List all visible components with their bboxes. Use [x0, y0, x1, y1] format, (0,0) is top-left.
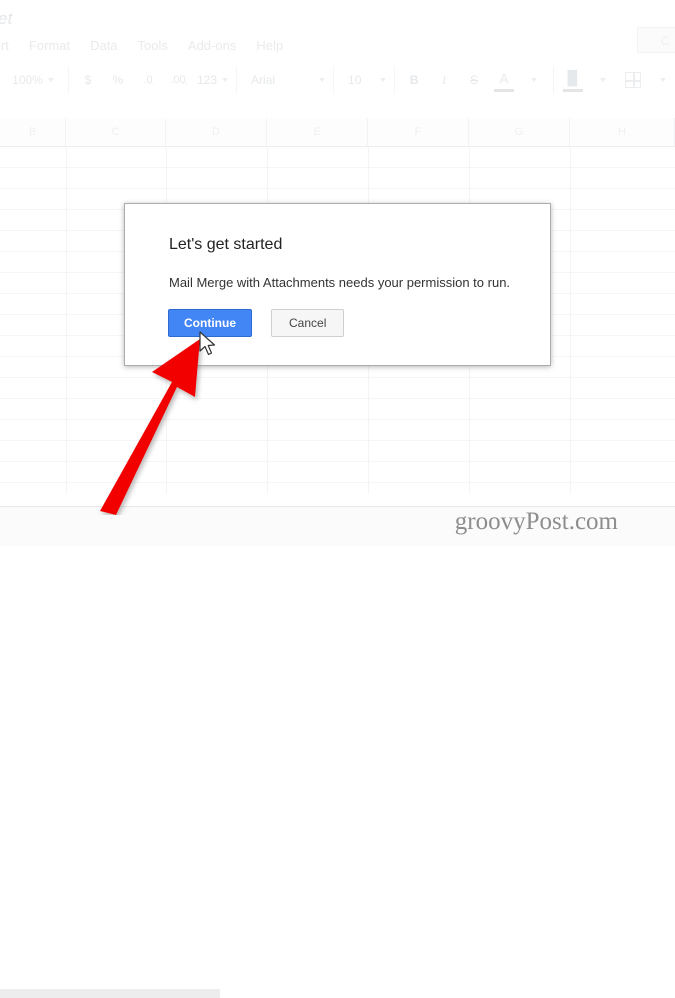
column-header-f[interactable]: F	[368, 118, 469, 146]
dialog-message: Mail Merge with Attachments needs your p…	[169, 275, 511, 290]
font-family-dropdown[interactable]: Arial	[241, 67, 329, 93]
chevron-down-icon	[319, 78, 326, 82]
cancel-button[interactable]: Cancel	[271, 309, 345, 337]
document-title[interactable]: sheet	[0, 9, 13, 29]
increase-decimal-icon: .00 →	[170, 74, 189, 88]
strikethrough-button[interactable]: S	[459, 67, 489, 93]
toolbar-group-font: Arial	[237, 66, 335, 94]
fill-color-button[interactable]: ▉	[558, 65, 588, 95]
menu-item-tools[interactable]: Tools	[128, 37, 178, 55]
italic-button[interactable]: I	[429, 67, 459, 93]
font-size-dropdown[interactable]: 10	[338, 67, 390, 93]
zoom-level-value: 100%	[12, 73, 43, 87]
horizontal-scrollbar-thumb[interactable]	[0, 989, 220, 998]
text-color-icon: A	[499, 70, 509, 86]
dialog-title: Let's get started	[169, 236, 283, 253]
percent-icon: %	[112, 73, 124, 87]
horizontal-scrollbar-track[interactable]	[0, 494, 675, 998]
chevron-down-icon	[380, 78, 387, 82]
number-format-value: 123	[197, 73, 218, 87]
paint-bucket-icon: ▉	[567, 69, 579, 86]
text-color-dropdown[interactable]	[519, 67, 549, 93]
increase-decimal-button[interactable]: .00 →	[163, 67, 193, 93]
formatting-toolbar: 100% $ % .0 ← .00 → 123 Arial 10 B I S A…	[0, 62, 675, 98]
text-color-swatch	[494, 89, 515, 92]
menu-item-insert[interactable]: nsert	[0, 37, 19, 55]
borders-button[interactable]	[618, 67, 648, 93]
menu-bar: nsert Format Data Tools Add-ons Help	[0, 37, 293, 55]
menu-item-help[interactable]: Help	[246, 37, 293, 55]
authorization-dialog: Let's get started Mail Merge with Attach…	[124, 203, 551, 366]
arrow-left-icon: ←	[146, 77, 157, 88]
toolbar-group-number: $ % .0 ← .00 → 123	[69, 66, 238, 94]
menu-item-data[interactable]: Data	[80, 37, 127, 55]
comments-button[interactable]: C	[637, 27, 675, 53]
toolbar-group-text-style: B I S A	[395, 65, 555, 95]
chevron-down-icon	[600, 78, 607, 82]
fill-color-swatch	[563, 89, 584, 92]
google-sheets-chrome: sheet nsert Format Data Tools Add-ons He…	[0, 0, 675, 118]
chevron-down-icon	[531, 78, 538, 82]
chevron-down-icon	[222, 78, 229, 82]
watermark: groovyPost.com	[454, 508, 618, 535]
font-size-value: 10	[348, 73, 362, 87]
strikethrough-icon: S	[470, 73, 479, 87]
column-header-g[interactable]: G	[469, 118, 570, 146]
chevron-down-icon	[47, 78, 54, 82]
menu-item-format[interactable]: Format	[19, 37, 80, 55]
chevron-down-icon	[660, 78, 667, 82]
borders-dropdown[interactable]	[648, 67, 675, 93]
grid-column-line	[570, 147, 571, 497]
continue-button[interactable]: Continue	[168, 309, 252, 337]
fill-color-dropdown[interactable]	[588, 67, 618, 93]
menu-item-addons[interactable]: Add-ons	[178, 37, 246, 55]
column-header-row: BCDEFGH	[0, 118, 675, 147]
percent-format-button[interactable]: %	[103, 67, 133, 93]
dialog-button-row: Continue Cancel	[168, 309, 345, 337]
decrease-decimal-icon: .0 ←	[143, 74, 156, 88]
toolbar-group-cell-style: ▉	[554, 66, 675, 94]
column-header-h[interactable]: H	[570, 118, 675, 146]
zoom-level-dropdown[interactable]: 100%	[4, 67, 64, 93]
font-family-value: Arial	[251, 73, 276, 87]
currency-format-button[interactable]: $	[73, 67, 103, 93]
borders-icon	[625, 72, 642, 88]
toolbar-group-font-size: 10	[334, 66, 396, 94]
column-header-e[interactable]: E	[267, 118, 368, 146]
number-format-dropdown[interactable]: 123	[193, 67, 232, 93]
toolbar-group-zoom: 100%	[0, 66, 69, 94]
bold-icon: B	[409, 73, 419, 87]
column-header-b[interactable]: B	[0, 118, 66, 146]
italic-icon: I	[442, 72, 447, 87]
bold-button[interactable]: B	[399, 67, 429, 93]
column-header-d[interactable]: D	[166, 118, 267, 146]
decrease-decimal-button[interactable]: .0 ←	[133, 67, 163, 93]
grid-column-line	[66, 147, 67, 497]
currency-icon: $	[84, 73, 92, 87]
arrow-right-icon: →	[179, 77, 190, 88]
text-color-button[interactable]: A	[489, 65, 519, 95]
column-header-c[interactable]: C	[66, 118, 166, 146]
